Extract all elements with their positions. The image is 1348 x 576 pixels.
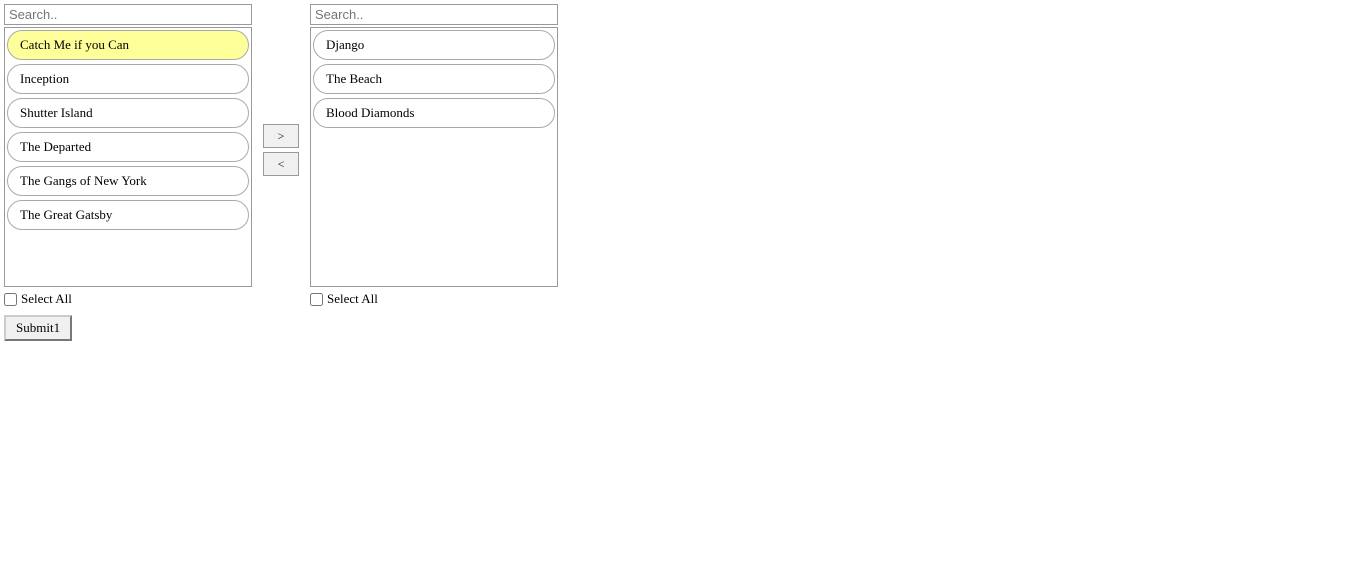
list-item[interactable]: Catch Me if you Can [7,30,249,60]
list-item[interactable]: Django [313,30,555,60]
list-item[interactable]: The Beach [313,64,555,94]
left-list-box[interactable]: Catch Me if you Can Inception Shutter Isla… [4,27,252,287]
list-item[interactable]: Inception [7,64,249,94]
left-select-all-label: Select All [21,291,72,307]
move-right-button[interactable]: > [263,124,299,148]
left-panel: Catch Me if you Can Inception Shutter Isla… [4,4,252,307]
list-item[interactable]: The Great Gatsby [7,200,249,230]
submit-area: Submit1 [4,315,1344,341]
move-left-button[interactable]: < [263,152,299,176]
arrow-panel: > < [256,4,306,176]
list-item[interactable]: Shutter Island [7,98,249,128]
submit-button[interactable]: Submit1 [4,315,72,341]
right-select-all-label: Select All [327,291,378,307]
right-select-all-checkbox[interactable] [310,293,323,306]
right-panel: Django The Beach Blood Diamonds Select All [310,4,558,307]
left-search-input[interactable] [4,4,252,25]
right-list-box[interactable]: Django The Beach Blood Diamonds [310,27,558,287]
list-item[interactable]: The Gangs of New York [7,166,249,196]
list-item[interactable]: The Departed [7,132,249,162]
right-search-input[interactable] [310,4,558,25]
right-select-all-row: Select All [310,291,558,307]
left-select-all-row: Select All [4,291,252,307]
dual-list-container: Catch Me if you Can Inception Shutter Isla… [4,4,1344,307]
list-item[interactable]: Blood Diamonds [313,98,555,128]
left-select-all-checkbox[interactable] [4,293,17,306]
